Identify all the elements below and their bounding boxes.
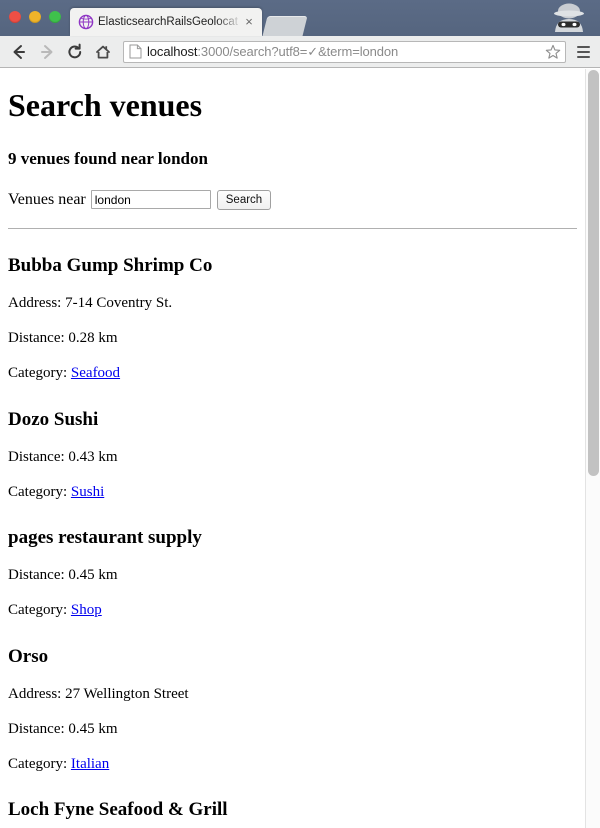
page-scrollbar-track[interactable] bbox=[585, 69, 600, 828]
venue-distance-label: Distance: bbox=[8, 567, 69, 584]
venue-category-label: Category: bbox=[8, 483, 71, 500]
form-divider bbox=[8, 227, 577, 229]
venue-category: Category: Shop bbox=[8, 602, 577, 619]
venue-category: Category: Sushi bbox=[8, 484, 577, 501]
venue-name: Loch Fyne Seafood & Grill bbox=[8, 799, 228, 821]
search-input[interactable] bbox=[90, 190, 211, 210]
venue-distance-label: Distance: bbox=[8, 448, 69, 465]
maximize-window-button[interactable] bbox=[49, 11, 61, 23]
url-path: :3000/search?utf8=✓&term=london bbox=[197, 43, 399, 59]
venue-address: Address: 7-14 Coventry St. bbox=[8, 295, 577, 312]
venue-address-label: Address: bbox=[8, 685, 66, 702]
venue-item: Orso Address: 27 Wellington Street Distanc… bbox=[8, 646, 577, 774]
venue-distance-value: 0.28 km bbox=[68, 330, 118, 347]
venue-category-link[interactable]: Shop bbox=[71, 602, 102, 618]
new-tab-button[interactable] bbox=[262, 16, 308, 36]
venue-name: Bubba Gump Shrimp Co bbox=[8, 254, 213, 276]
search-button[interactable]: Search bbox=[216, 189, 272, 210]
page-title: Search venues bbox=[8, 87, 203, 123]
home-icon[interactable] bbox=[90, 39, 116, 65]
venue-item: Dozo Sushi Distance: 0.43 km Category: Sus… bbox=[8, 409, 577, 502]
venue-category-link[interactable]: Seafood bbox=[71, 365, 120, 381]
venue-category-label: Category: bbox=[8, 602, 71, 619]
venue-distance: Distance: 0.45 km bbox=[8, 567, 577, 584]
url-host: localhost bbox=[147, 43, 198, 59]
minimize-window-button[interactable] bbox=[29, 11, 41, 23]
url-text[interactable]: localhost:3000/search?utf8=✓&term=london bbox=[147, 44, 544, 60]
venue-distance-label: Distance: bbox=[8, 720, 69, 737]
venue-name: Dozo Sushi bbox=[8, 408, 99, 430]
arrow-left-icon[interactable] bbox=[6, 39, 32, 65]
browser-toolbar: localhost:3000/search?utf8=✓&term=london bbox=[0, 36, 600, 68]
venue-distance: Distance: 0.28 km bbox=[8, 330, 577, 347]
menu-line-1 bbox=[576, 45, 590, 48]
page-viewport: Search venues 9 venues found near london… bbox=[0, 69, 600, 828]
venue-list: Bubba Gump Shrimp Co Address: 7-14 Covent… bbox=[8, 255, 577, 828]
venue-name: pages restaurant supply bbox=[8, 527, 202, 549]
venue-category: Category: Italian bbox=[8, 756, 577, 773]
tab-elasticsearchrailsgeolocation[interactable]: ElasticsearchRailsGeolocat × bbox=[70, 8, 262, 36]
venue-category-label: Category: bbox=[8, 365, 71, 382]
reload-icon[interactable] bbox=[62, 39, 88, 65]
venue-name: Orso bbox=[8, 645, 49, 667]
venue-address-value: 7-14 Coventry St. bbox=[65, 294, 173, 311]
globe-favicon bbox=[78, 14, 94, 30]
search-label: Venues near bbox=[8, 190, 86, 208]
menu-line-3 bbox=[576, 55, 590, 58]
venue-item: pages restaurant supply Distance: 0.45 km… bbox=[8, 527, 577, 620]
venue-category-link[interactable]: Italian bbox=[71, 756, 109, 772]
window-controls bbox=[9, 11, 61, 23]
venue-item: Loch Fyne Seafood & GrillAddress: 2-4 Ca… bbox=[8, 799, 577, 828]
results-summary: 9 venues found near london bbox=[8, 148, 208, 168]
page-content: Search venues 9 venues found near london… bbox=[0, 69, 585, 828]
venue-search-form: Venues near Search bbox=[8, 189, 577, 210]
venue-address: Address: 27 Wellington Street bbox=[8, 686, 577, 703]
url-bar[interactable]: localhost:3000/search?utf8=✓&term=london bbox=[123, 40, 566, 63]
venue-category-label: Category: bbox=[8, 756, 71, 773]
venue-address-value: 27 Wellington Street bbox=[65, 685, 189, 702]
venue-distance-value: 0.43 km bbox=[68, 448, 118, 465]
tab-strip: ElasticsearchRailsGeolocat × bbox=[70, 6, 308, 36]
tab-close-icon[interactable]: × bbox=[242, 15, 256, 29]
venue-distance: Distance: 0.43 km bbox=[8, 449, 577, 466]
browser-titlebar: ElasticsearchRailsGeolocat × bbox=[0, 0, 600, 36]
browser-window: ElasticsearchRailsGeolocat × localhost:3… bbox=[0, 0, 600, 828]
venue-distance: Distance: 0.45 km bbox=[8, 721, 577, 738]
page-document-icon bbox=[129, 44, 142, 59]
venue-item: Bubba Gump Shrimp Co Address: 7-14 Covent… bbox=[8, 255, 577, 383]
venue-distance-value: 0.45 km bbox=[68, 567, 118, 584]
incognito-spy-icon bbox=[546, 1, 592, 35]
tab-title: ElasticsearchRailsGeolocat bbox=[98, 16, 238, 28]
menu-line-2 bbox=[576, 50, 590, 53]
page-scrollbar-thumb[interactable] bbox=[588, 70, 599, 476]
star-icon[interactable] bbox=[544, 43, 562, 61]
venue-address-label: Address: bbox=[8, 294, 66, 311]
venue-category: Category: Seafood bbox=[8, 365, 577, 382]
close-window-button[interactable] bbox=[9, 11, 21, 23]
hamburger-menu-icon[interactable] bbox=[574, 42, 592, 62]
venue-distance-value: 0.45 km bbox=[68, 720, 118, 737]
venue-category-link[interactable]: Sushi bbox=[71, 484, 104, 500]
venue-distance-label: Distance: bbox=[8, 330, 69, 347]
arrow-right-icon bbox=[34, 39, 60, 65]
